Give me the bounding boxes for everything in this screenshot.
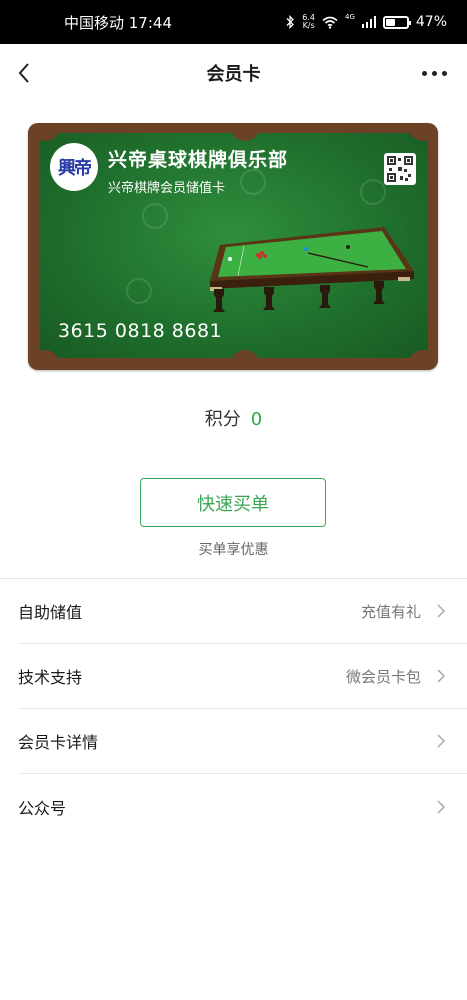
card-pocket (230, 350, 260, 358)
menu-item-label: 技术支持 (18, 668, 83, 687)
menu-item-official-account[interactable]: 公众号 (18, 774, 467, 839)
network-speed: 6.4 K/s (302, 13, 315, 30)
points-label: 积分 (204, 409, 241, 430)
menu-item-hint: 微会员卡包 (345, 667, 421, 686)
card-pocket (40, 133, 60, 141)
card-number: 3615 0818 8681 (58, 320, 223, 342)
card-pocket (408, 133, 428, 141)
menu-list: 自助储值 充值有礼 技术支持 微会员卡包 会员卡详情 公众号 (0, 579, 467, 839)
chevron-right-icon (437, 604, 446, 618)
card-face: 興帝 兴帝桌球棋牌俱乐部 兴帝棋牌会员储值卡 3615 0818 8681 (40, 133, 428, 358)
menu-item-hint: 充值有礼 (360, 602, 421, 621)
card-pocket (230, 133, 260, 141)
menu-item-card-details[interactable]: 会员卡详情 (18, 709, 467, 774)
page-title: 会员卡 (206, 64, 261, 85)
menu-item-tech-support[interactable]: 技术支持 微会员卡包 (18, 644, 467, 709)
watermark-icon (126, 278, 152, 304)
points-value: 0 (250, 409, 263, 430)
club-logo: 興帝 (50, 143, 98, 191)
more-icon[interactable] (422, 71, 447, 76)
card-type: 兴帝棋牌会员储值卡 (108, 181, 226, 196)
menu-item-label: 会员卡详情 (18, 733, 99, 752)
watermark-icon (240, 169, 266, 195)
watermark-icon (360, 179, 386, 205)
menu-item-label: 公众号 (18, 798, 67, 818)
wifi-icon (322, 16, 338, 29)
menu-item-self-recharge[interactable]: 自助储值 充值有礼 (18, 579, 467, 644)
carrier-time: 中国移动 17:44 (64, 13, 172, 32)
battery-level (385, 18, 396, 26)
chevron-right-icon (437, 669, 446, 683)
card-pocket (408, 350, 428, 358)
points-display: 积分 0 (0, 405, 467, 431)
watermark-icon (142, 203, 168, 229)
back-icon[interactable] (14, 60, 40, 86)
chevron-right-icon (437, 799, 446, 814)
bluetooth-icon (286, 15, 295, 29)
qr-code-icon[interactable] (384, 153, 416, 185)
quick-pay-tip: 买单享优惠 (198, 542, 269, 558)
battery-icon (382, 15, 411, 29)
quick-pay-button[interactable]: 快速买单 (140, 478, 326, 527)
signal-icon (361, 16, 376, 28)
battery-percent: 47% (415, 14, 447, 30)
network-type: 4G (344, 13, 355, 21)
status-bar: 中国移动 17:44 6.4 K/s 4G 47% (0, 0, 467, 44)
billiard-table-illustration (210, 227, 414, 312)
club-name: 兴帝桌球棋牌俱乐部 (108, 149, 289, 171)
menu-item-label: 自助储值 (18, 603, 83, 622)
membership-card[interactable]: 興帝 兴帝桌球棋牌俱乐部 兴帝棋牌会员储值卡 3615 0818 8681 (28, 123, 438, 370)
card-pocket (40, 350, 60, 358)
chevron-right-icon (437, 734, 446, 748)
nav-bar: 会员卡 (0, 44, 467, 102)
